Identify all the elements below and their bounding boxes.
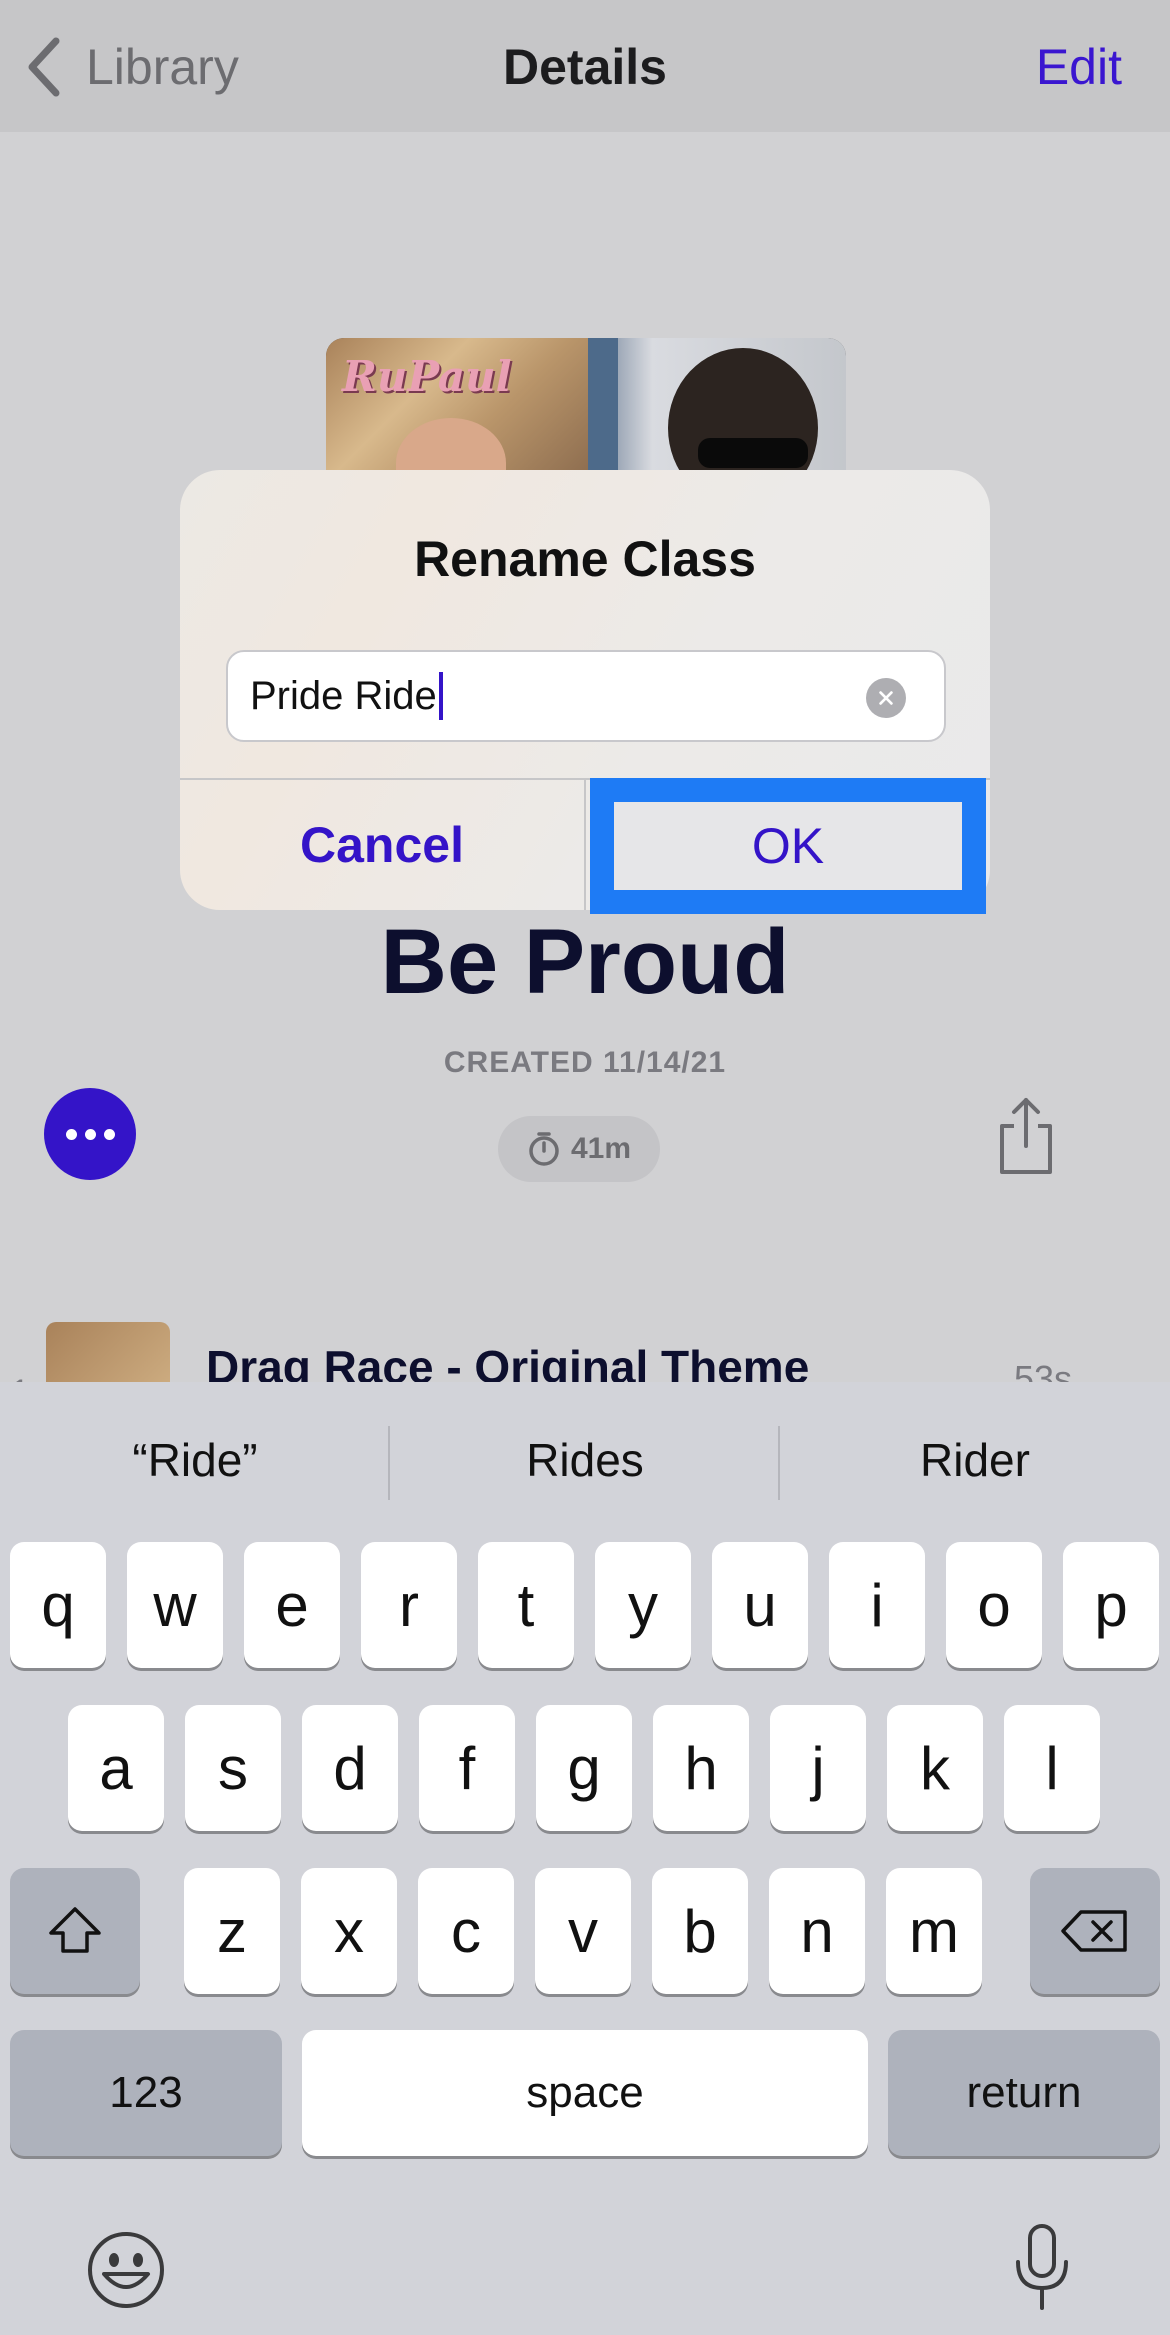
key-h[interactable]: h [653, 1705, 749, 1831]
album-art-right [588, 338, 846, 488]
key-s[interactable]: s [185, 1705, 281, 1831]
class-name-input[interactable]: Pride Ride [226, 650, 946, 742]
key-u[interactable]: u [712, 1542, 808, 1668]
album-art-logo: RuPaul [342, 352, 512, 401]
more-options-button[interactable] [44, 1088, 136, 1180]
key-v[interactable]: v [535, 1868, 631, 1994]
edit-button[interactable]: Edit [1036, 34, 1122, 100]
duration-badge: 41m [498, 1116, 660, 1182]
key-o[interactable]: o [946, 1542, 1042, 1668]
shift-key[interactable] [10, 1868, 140, 1994]
microphone-icon[interactable] [1012, 2222, 1072, 2312]
key-m[interactable]: m [886, 1868, 982, 1994]
suggestion-bar: “Ride” Rides Rider [0, 1382, 1170, 1538]
delete-key[interactable] [1030, 1868, 1160, 1994]
class-name-value: Pride Ride [250, 673, 437, 718]
text-cursor [438, 672, 443, 720]
key-g[interactable]: g [536, 1705, 632, 1831]
track-row[interactable]: 1 Drag Race - Original Theme 53s [0, 1318, 1170, 1382]
dialog-button-divider [584, 780, 586, 910]
clear-text-icon[interactable] [866, 678, 906, 718]
key-y[interactable]: y [595, 1542, 691, 1668]
key-b[interactable]: b [652, 1868, 748, 1994]
navigation-bar: Library Details Edit [0, 0, 1170, 132]
keyboard: “Ride” Rides Rider qwertyuiop asdfghjkl zx… [0, 1382, 1170, 2335]
track-duration: 53s [1013, 1358, 1072, 1382]
return-key[interactable]: return [888, 2030, 1160, 2156]
key-z[interactable]: z [184, 1868, 280, 1994]
key-a[interactable]: a [68, 1705, 164, 1831]
timer-icon [529, 1132, 559, 1166]
track-artwork [46, 1322, 170, 1382]
cancel-button[interactable]: Cancel [180, 780, 584, 910]
key-d[interactable]: d [302, 1705, 398, 1831]
numbers-key[interactable]: 123 [10, 2030, 282, 2156]
delete-backspace-icon [1061, 1910, 1127, 1952]
class-title: Be Proud [380, 911, 790, 1013]
key-x[interactable]: x [301, 1868, 397, 1994]
key-f[interactable]: f [419, 1705, 515, 1831]
ok-button[interactable]: OK [614, 802, 962, 890]
key-p[interactable]: p [1063, 1542, 1159, 1668]
emoji-icon[interactable] [86, 2230, 166, 2310]
key-t[interactable]: t [478, 1542, 574, 1668]
key-r[interactable]: r [361, 1542, 457, 1668]
key-j[interactable]: j [770, 1705, 866, 1831]
ok-button-highlight: OK [590, 778, 986, 914]
ellipsis-icon [65, 1128, 77, 1140]
class-artwork: RuPaul [326, 338, 846, 488]
space-key[interactable]: space [302, 2030, 868, 2156]
created-date: CREATED 11/14/21 [443, 1046, 727, 1079]
share-icon[interactable] [996, 1096, 1056, 1176]
suggestion-3[interactable]: Rider [780, 1418, 1170, 1502]
key-i[interactable]: i [829, 1542, 925, 1668]
key-k[interactable]: k [887, 1705, 983, 1831]
page-title: Details [503, 39, 667, 95]
suggestion-1[interactable]: “Ride” [0, 1418, 390, 1502]
key-e[interactable]: e [244, 1542, 340, 1668]
key-n[interactable]: n [769, 1868, 865, 1994]
key-q[interactable]: q [10, 1542, 106, 1668]
duration-label: 41m [570, 1132, 632, 1165]
album-art-left: RuPaul [326, 338, 588, 488]
key-c[interactable]: c [418, 1868, 514, 1994]
track-number: 1 [12, 1374, 29, 1382]
key-l[interactable]: l [1004, 1705, 1100, 1831]
suggestion-2[interactable]: Rides [390, 1418, 780, 1502]
track-title: Drag Race - Original Theme [206, 1341, 810, 1382]
dialog-title: Rename Class [414, 531, 756, 587]
shift-icon [49, 1907, 101, 1953]
key-w[interactable]: w [127, 1542, 223, 1668]
